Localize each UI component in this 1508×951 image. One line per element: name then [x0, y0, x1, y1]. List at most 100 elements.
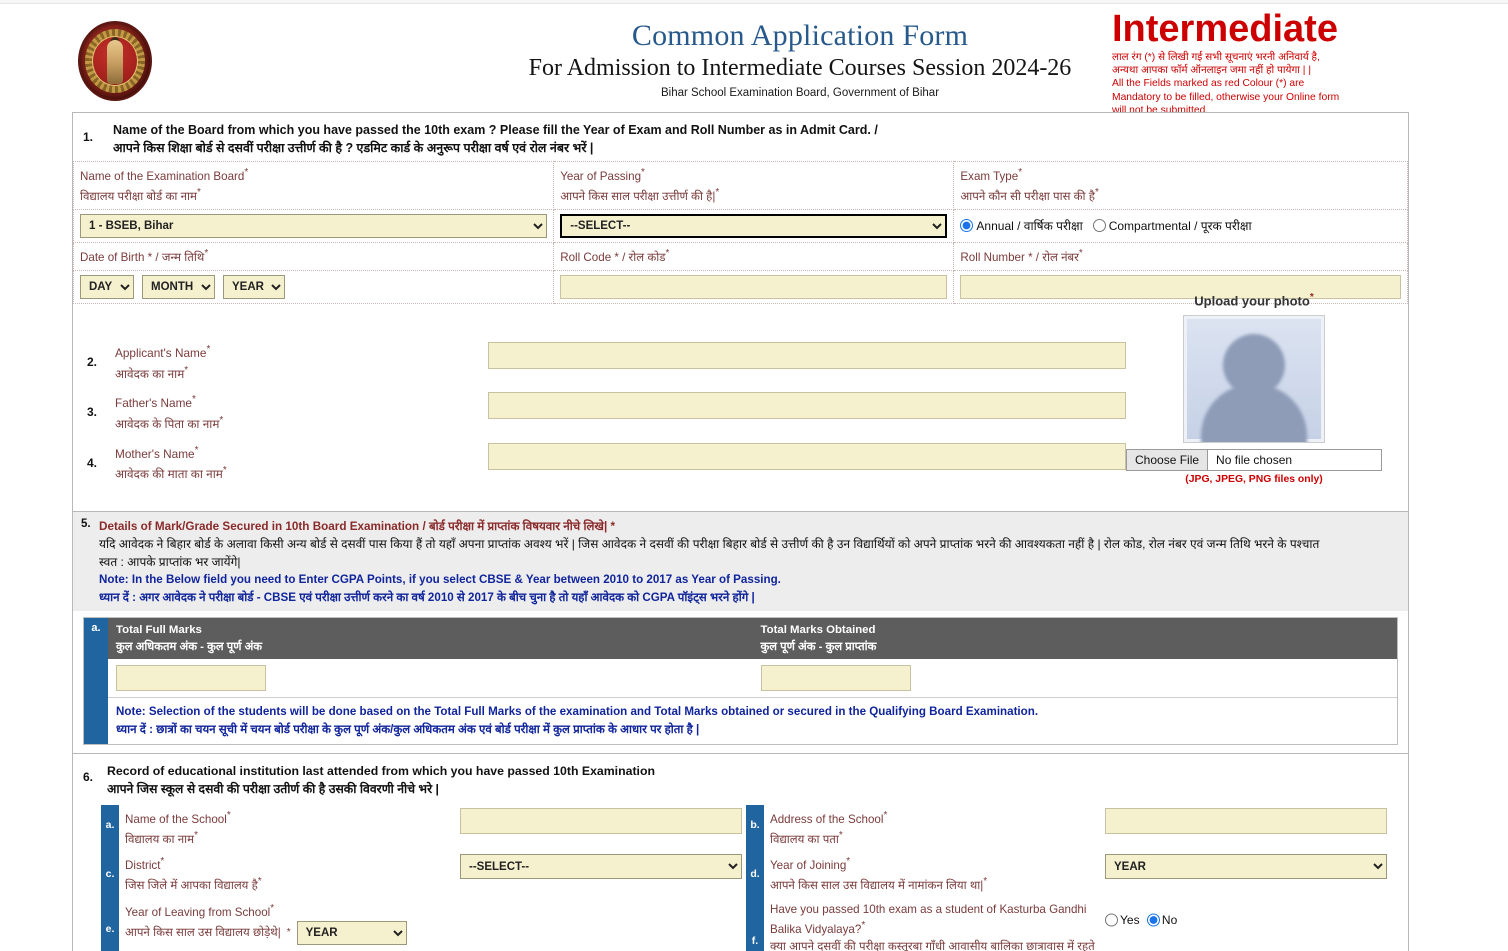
dob-year-select[interactable]: YEAR — [223, 275, 285, 300]
year-joining-label-hi: आपने किस साल उस विद्यालय में नामांकन लिय… — [770, 879, 984, 893]
board-select[interactable]: 1 - BSEB, Bihar — [80, 213, 548, 238]
school-name-row: Name of the School* विद्यालय का नाम* — [119, 805, 746, 852]
district-select[interactable]: --SELECT-- — [460, 854, 742, 880]
kgbv-radio-group: Yes No — [1105, 901, 1387, 936]
total-full-marks-header-hi: कुल अधिकतम अंक - कुल पूर्ण अंक — [116, 640, 263, 653]
district-control-cell: --SELECT-- — [456, 851, 746, 882]
total-marks-obtained-header: Total Marks Obtained कुल पूर्ण अंक - कुल… — [753, 618, 1398, 658]
section-5-title: Details of Mark/Grade Secured in 10th Bo… — [99, 519, 616, 533]
section-5-hindi-line-1: यदि आवेदक ने बिहार बोर्ड के अलावा किसी अ… — [99, 537, 1320, 552]
school-name-letter: a. — [105, 818, 115, 831]
photo-format-note: (JPG, JPEG, PNG files only) — [1185, 473, 1323, 485]
marks-selection-note-hi: ध्यान दें : छात्रों का चयन सूची में चयन … — [116, 722, 700, 736]
total-full-marks-cell — [108, 659, 753, 697]
year-joining-letter: d. — [750, 867, 760, 880]
section-6-title-en: Record of educational institution last a… — [107, 763, 655, 778]
section-6-right-letter-bar: b. d. f. — [746, 804, 764, 951]
school-name-control-cell — [456, 805, 746, 837]
mother-name-input[interactable] — [488, 442, 1126, 470]
rollcode-label: Roll Code * / रोल कोड — [560, 250, 666, 264]
school-name-input[interactable] — [460, 807, 742, 834]
mother-name-label-hi: आवेदक की माता का नाम — [115, 467, 223, 482]
district-letter: c. — [105, 867, 115, 880]
applicant-name-input-cell — [488, 342, 1126, 370]
note-hindi-line-1: लाल रंग (*) से लिखी गई सभी सूचनाएं भरनी … — [1112, 52, 1320, 63]
exam-type-compartmental-label: Compartmental / पूरक परीक्षा — [1108, 219, 1252, 234]
section-6-number: 6. — [83, 769, 94, 784]
dob-day-select[interactable]: DAY — [80, 275, 134, 300]
section-5-text: Details of Mark/Grade Secured in 10th Bo… — [99, 518, 1408, 607]
year-label-en: Year of Passing — [560, 170, 642, 184]
applicant-name-label-en: Applicant's Name — [115, 346, 207, 361]
exam-type-radio-group: Annual / वार्षिक परीक्षा Compartmental /… — [960, 217, 1401, 234]
year-joining-label: Year of Joining* आपने किस साल उस विद्याल… — [770, 856, 988, 893]
year-of-passing-select[interactable]: --SELECT-- — [560, 213, 948, 238]
kgbv-label-hi: क्या आपने दसवीं की परीक्षा कस्तूरबा गाँध… — [770, 940, 1095, 951]
dob-controls-cell: DAY MONTH YEAR — [72, 270, 555, 305]
exam-type-compartmental-radio[interactable] — [1092, 219, 1106, 233]
father-name-label: Father's Name* आवेदक के पिता का नाम* — [115, 394, 224, 431]
year-of-leaving-select[interactable]: YEAR — [296, 920, 407, 945]
section-1-question-hi: आपने किस शिक्षा बोर्ड से दसवीं परीक्षा उ… — [113, 141, 594, 156]
choose-file-button[interactable]: Choose File — [1127, 449, 1209, 470]
kgbv-no-option[interactable]: No — [1146, 906, 1177, 933]
dob-label: Date of Birth * / जन्म तिथि — [80, 250, 205, 264]
year-of-joining-select[interactable]: YEAR — [1105, 854, 1387, 880]
section-1-number: 1. — [83, 130, 94, 144]
form-container: 1. Name of the Board from which you have… — [72, 112, 1409, 951]
section-1-question: Name of the Board from which you have pa… — [113, 121, 878, 157]
section-6-left-column: a. c. e. Name of the School* विद्यालय का… — [101, 804, 746, 951]
total-marks-obtained-header-hi: कुल पूर्ण अंक - कुल प्राप्तांक — [760, 640, 877, 653]
school-address-label-en: Address of the School — [770, 812, 884, 826]
applicant-name-input[interactable] — [488, 342, 1126, 370]
exam-type-annual-option[interactable]: Annual / वार्षिक परीक्षा — [960, 217, 1083, 234]
total-full-marks-input[interactable] — [116, 664, 266, 691]
section-5-marks-details: 5. Details of Mark/Grade Secured in 10th… — [73, 510, 1408, 745]
kgbv-yes-label: Yes — [1120, 912, 1140, 927]
photo-file-input[interactable]: Choose File No file chosen — [1126, 448, 1382, 471]
district-label-hi: जिस जिले में आपका विद्यालय है — [125, 879, 258, 893]
kgbv-no-radio[interactable] — [1146, 906, 1160, 933]
school-address-label: Address of the School* विद्यालय का पता* — [770, 809, 888, 846]
kgbv-yes-option[interactable]: Yes — [1105, 906, 1140, 933]
section-1-question-en: Name of the Board from which you have pa… — [113, 123, 878, 137]
section-6-right-rows: Address of the School* विद्यालय का पता* … — [764, 805, 1391, 951]
section-5-number: 5. — [81, 517, 91, 530]
note-english-line-2: Mandatory to be filled, otherwise your O… — [1112, 91, 1340, 103]
mother-name-input-cell — [488, 442, 1126, 470]
exam-type-annual-radio[interactable] — [960, 219, 974, 233]
bseb-logo-icon — [78, 21, 152, 101]
school-address-label-hi: विद्यालय का पता — [770, 832, 839, 846]
board-label-cell: Name of the Examination Board* विद्यालय … — [72, 161, 555, 210]
marks-selection-note: Note: Selection of the students will be … — [108, 697, 1397, 744]
photo-preview — [1183, 314, 1325, 443]
intermediate-badge: Intermediate — [1112, 8, 1338, 50]
total-marks-obtained-header-en: Total Marks Obtained — [760, 624, 876, 637]
year-leaving-row: Year of Leaving from School* आपने किस सा… — [119, 898, 746, 948]
father-name-input-cell — [488, 392, 1126, 420]
section-5-hindi-line-2: स्वत : आपके प्राप्तांक भर जायेंगे| — [99, 555, 241, 570]
year-joining-control-cell: YEAR — [1101, 851, 1391, 882]
dob-month-select[interactable]: MONTH — [142, 275, 215, 300]
district-label: District* जिस जिले में आपका विद्यालय है* — [125, 856, 262, 893]
father-name-input[interactable] — [488, 392, 1126, 420]
photo-upload-block: Upload your photo* Choose File No file c… — [1118, 292, 1390, 485]
section-1-heading: 1. Name of the Board from which you have… — [73, 113, 1408, 161]
examtype-radio-cell: Annual / वार्षिक परीक्षा Compartmental /… — [953, 208, 1408, 243]
section-6-title-hi: आपने जिस स्कूल से दसवी की परीक्षा उतीर्ण… — [107, 782, 439, 797]
mother-name-label: Mother's Name* आवेदक की माता का नाम* — [115, 444, 227, 482]
section-6-school-details: 6. Record of educational institution las… — [73, 752, 1408, 951]
father-name-label-hi: आवेदक के पिता का नाम — [115, 416, 220, 431]
school-address-letter: b. — [750, 818, 760, 831]
controls-row-1: 1 - BSEB, Bihar --SELECT-- Annual / वार्… — [72, 208, 1408, 243]
school-address-input[interactable] — [1105, 807, 1387, 834]
total-full-marks-header: Total Full Marks कुल अधिकतम अंक - कुल पू… — [108, 618, 753, 658]
father-name-label-en: Father's Name — [115, 396, 192, 411]
exam-type-compartmental-option[interactable]: Compartmental / पूरक परीक्षा — [1092, 217, 1252, 234]
school-address-control-cell — [1101, 805, 1391, 837]
total-marks-obtained-input[interactable] — [760, 664, 911, 691]
year-label-cell: Year of Passing* आपने किस साल परीक्षा उत… — [553, 161, 955, 210]
roll-code-input[interactable] — [560, 275, 948, 300]
section-5-heading: 5. Details of Mark/Grade Secured in 10th… — [73, 511, 1408, 612]
kgbv-yes-radio[interactable] — [1105, 906, 1118, 933]
